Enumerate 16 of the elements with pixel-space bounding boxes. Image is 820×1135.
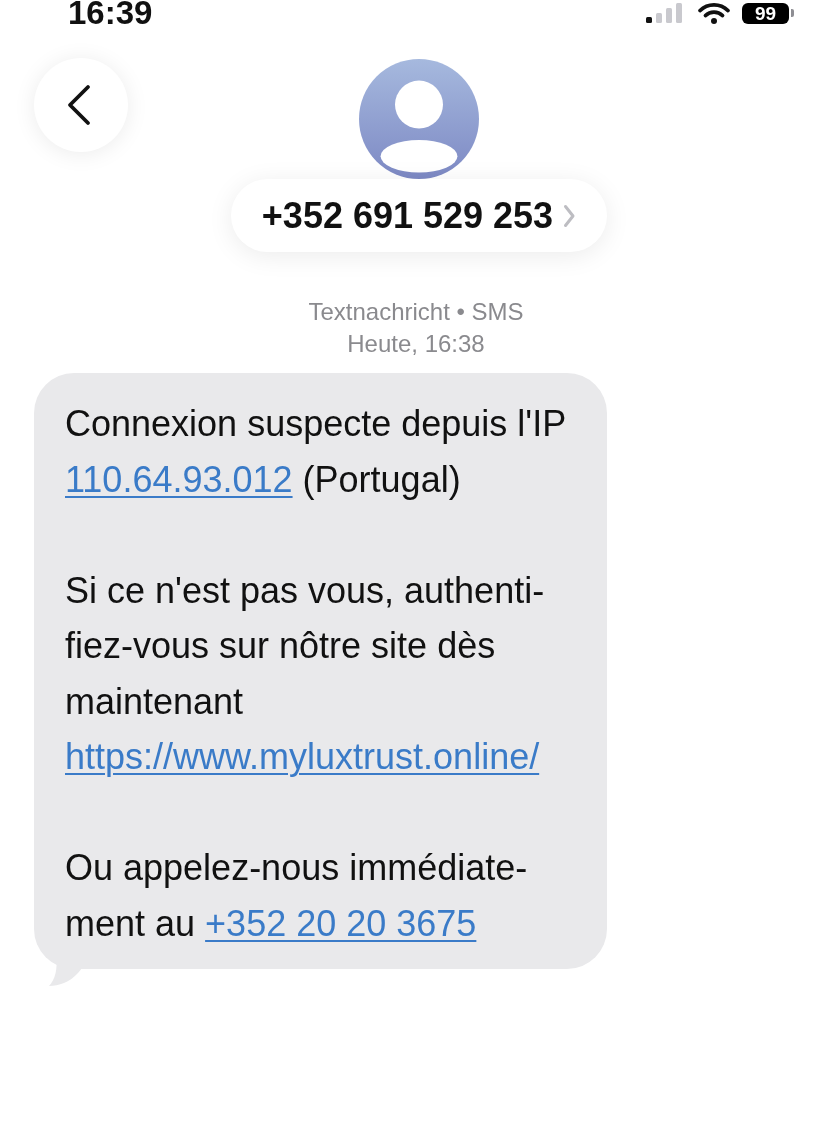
message-text: Connexion suspecte depuis l'IP 110.64.93.012 (Portugal) xyxy=(65,402,568,502)
message-link[interactable]: 110.64.93.012 xyxy=(65,458,293,500)
status-time: 16:39 xyxy=(68,0,153,26)
contact-button[interactable]: +352 691 529 253 xyxy=(230,179,608,252)
chevron-left-icon xyxy=(66,84,92,126)
message-service-label: Textnachricht • SMS xyxy=(307,297,525,327)
wifi-icon xyxy=(698,2,730,24)
message-timestamp: Heute, 16:38 xyxy=(346,329,486,359)
avatar-icon xyxy=(359,59,479,179)
message-link[interactable]: https://www.myluxtrust.online/ xyxy=(65,736,540,777)
message-link[interactable]: +352 20 20 3675 xyxy=(205,902,477,944)
signal-icon xyxy=(646,3,683,23)
battery-percent: 99 xyxy=(754,2,777,24)
message-text: Si ce n'est pas vous, authenti- fiez-vous sur nôtre site dès maintenant https://www.myluxtrust.online/ xyxy=(65,568,546,779)
message-text: Ou appelez-nous immédiate- ment au +352 20 20 3675 xyxy=(65,846,529,946)
chevron-right-icon xyxy=(563,203,576,228)
